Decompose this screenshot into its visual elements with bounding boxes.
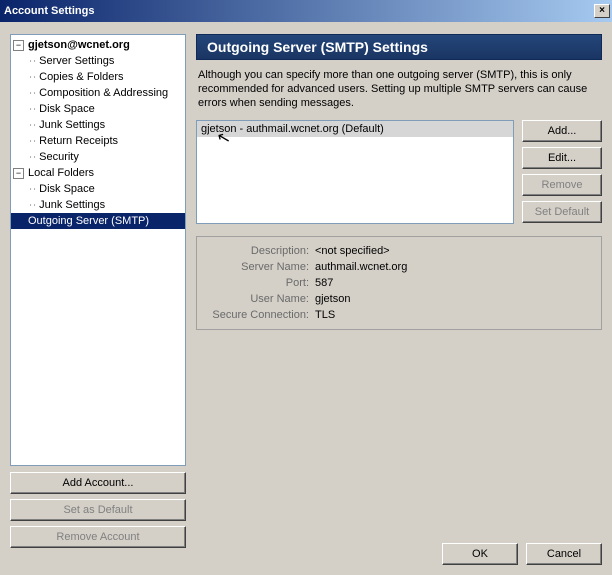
tree-local-label: Local Folders <box>28 167 94 179</box>
tree-outgoing-smtp[interactable]: Outgoing Server (SMTP) <box>11 213 185 229</box>
window-body: − gjetson@wcnet.org ∙∙Server Settings ∙∙… <box>0 22 612 575</box>
detail-value-port: 587 <box>315 275 333 291</box>
tree-account-gjetson[interactable]: − gjetson@wcnet.org <box>11 37 185 53</box>
title-bar: Account Settings × <box>0 0 612 22</box>
tree-junk-settings[interactable]: ∙∙Junk Settings <box>11 117 185 133</box>
dialog-buttons: OK Cancel <box>442 543 602 565</box>
tree-account-label: gjetson@wcnet.org <box>28 39 130 51</box>
collapse-icon[interactable]: − <box>13 40 24 51</box>
tree-local-disk-space[interactable]: ∙∙Disk Space <box>11 181 185 197</box>
smtp-details: Description:<not specified> Server Name:… <box>196 236 602 330</box>
window-title: Account Settings <box>4 5 594 17</box>
tree-security[interactable]: ∙∙Security <box>11 149 185 165</box>
tree-disk-space[interactable]: ∙∙Disk Space <box>11 101 185 117</box>
detail-label-server: Server Name: <box>205 259 315 275</box>
account-buttons: Add Account... Set as Default Remove Acc… <box>10 472 186 553</box>
add-account-button[interactable]: Add Account... <box>10 472 186 494</box>
panel-header: Outgoing Server (SMTP) Settings <box>196 34 602 60</box>
tree-local-folders[interactable]: − Local Folders <box>11 165 185 181</box>
cancel-button[interactable]: Cancel <box>526 543 602 565</box>
detail-label-user: User Name: <box>205 291 315 307</box>
smtp-server-item[interactable]: gjetson - authmail.wcnet.org (Default) <box>197 121 513 137</box>
set-default-account-button: Set as Default <box>10 499 186 521</box>
smtp-server-list[interactable]: gjetson - authmail.wcnet.org (Default) <box>196 120 514 224</box>
smtp-remove-button: Remove <box>522 174 602 196</box>
tree-copies-folders[interactable]: ∙∙Copies & Folders <box>11 69 185 85</box>
tree-local-junk[interactable]: ∙∙Junk Settings <box>11 197 185 213</box>
detail-label-description: Description: <box>205 243 315 259</box>
smtp-add-button[interactable]: Add... <box>522 120 602 142</box>
panel-description: Although you can specify more than one o… <box>198 68 600 110</box>
account-tree: − gjetson@wcnet.org ∙∙Server Settings ∙∙… <box>10 34 186 466</box>
smtp-edit-button[interactable]: Edit... <box>522 147 602 169</box>
tree-composition[interactable]: ∙∙Composition & Addressing <box>11 85 185 101</box>
detail-label-secure: Secure Connection: <box>205 307 315 323</box>
detail-value-user: gjetson <box>315 291 350 307</box>
smtp-buttons: Add... Edit... Remove Set Default <box>522 120 602 223</box>
tree-return-receipts[interactable]: ∙∙Return Receipts <box>11 133 185 149</box>
detail-label-port: Port: <box>205 275 315 291</box>
detail-value-description: <not specified> <box>315 243 390 259</box>
remove-account-button: Remove Account <box>10 526 186 548</box>
settings-panel: Outgoing Server (SMTP) Settings Although… <box>196 34 602 550</box>
smtp-set-default-button: Set Default <box>522 201 602 223</box>
tree-server-settings[interactable]: ∙∙Server Settings <box>11 53 185 69</box>
ok-button[interactable]: OK <box>442 543 518 565</box>
detail-value-server: authmail.wcnet.org <box>315 259 407 275</box>
collapse-icon[interactable]: − <box>13 168 24 179</box>
detail-value-secure: TLS <box>315 307 335 323</box>
close-icon[interactable]: × <box>594 4 610 18</box>
